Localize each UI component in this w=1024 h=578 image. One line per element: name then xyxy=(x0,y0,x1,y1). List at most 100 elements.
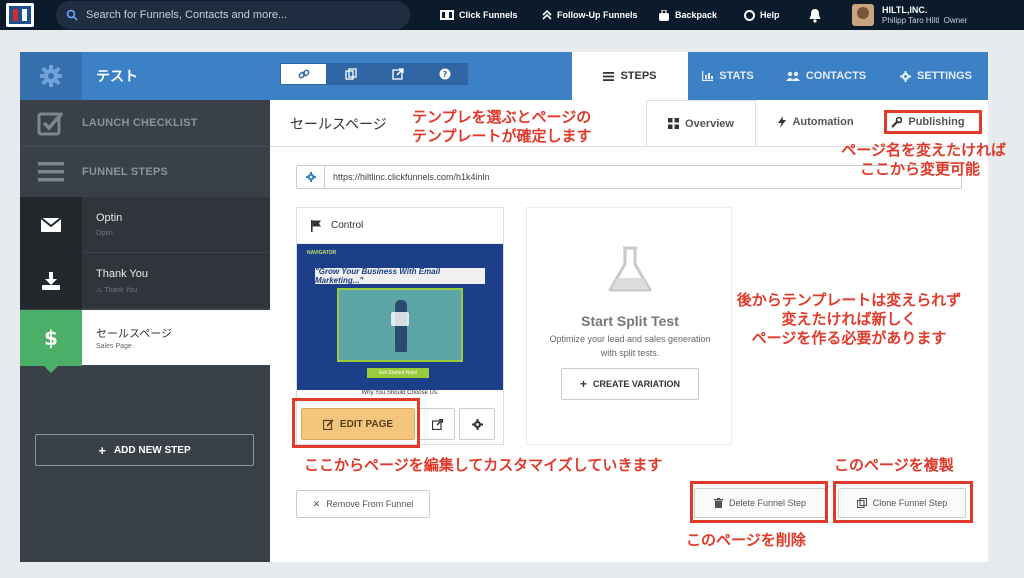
template-locked-note: 後からテンプレートは変えられず 変えたければ新しく ページを作る必要があります xyxy=(720,291,978,347)
envelope-icon xyxy=(41,218,61,232)
create-variation-button[interactable]: + CREATE VARIATION xyxy=(561,368,699,400)
variation-settings-button[interactable] xyxy=(459,408,495,440)
step-thank-you-subtitle-text: Thank You xyxy=(104,287,138,294)
step-optin[interactable]: Optin Optin xyxy=(20,197,270,253)
step-thank-you-icon-box xyxy=(20,253,82,309)
funnel-header: テスト ? STEPS STATS CONTACTS SETTINGS xyxy=(20,52,988,100)
menu-icon-box xyxy=(20,147,82,196)
step-optin-icon-box xyxy=(20,197,82,253)
search-input[interactable]: Search for Funnels, Contacts and more... xyxy=(56,1,410,29)
dollar-icon: $ xyxy=(44,327,58,349)
tab-stats[interactable]: STATS xyxy=(688,52,768,100)
download-icon xyxy=(42,272,60,290)
active-step-pointer xyxy=(44,366,58,373)
users-icon xyxy=(785,71,800,81)
page-thumbnail[interactable]: NAVIGATOR "Grow Your Business With Email… xyxy=(297,244,503,390)
thumbnail-video xyxy=(337,288,463,362)
link-icon xyxy=(298,69,309,79)
search-icon xyxy=(66,9,78,21)
hamburger-icon xyxy=(38,161,64,181)
external-link-icon xyxy=(431,418,443,430)
edit-page-highlight-box xyxy=(292,398,420,448)
tab-settings[interactable]: SETTINGS xyxy=(884,52,988,100)
tab-settings-label: SETTINGS xyxy=(916,70,972,82)
nav-backpack[interactable]: Backpack xyxy=(658,0,717,30)
nav-click-funnels[interactable]: Click Funnels xyxy=(440,0,518,30)
launch-checklist[interactable]: LAUNCH CHECKLIST xyxy=(20,100,270,146)
search-placeholder: Search for Funnels, Contacts and more... xyxy=(86,9,288,21)
template-locked-note-line-3: ページを作る必要があります xyxy=(751,328,947,347)
flask-icon xyxy=(608,246,652,292)
user-company: HILTL,INC. xyxy=(882,4,928,15)
add-new-step-button[interactable]: + ADD NEW STEP xyxy=(35,434,254,466)
open-funnel-button[interactable] xyxy=(374,63,421,85)
split-test-description: Optimize your lead and sales generation … xyxy=(549,334,711,358)
grid-icon xyxy=(668,118,680,129)
tab-automation-label: Automation xyxy=(792,116,854,128)
copy-link-button[interactable] xyxy=(280,63,327,85)
thumbnail-cta: Get Started Now! xyxy=(367,368,429,378)
clone-note: このページを複製 xyxy=(834,456,954,474)
step-thank-you-subtitle: ⚠ Thank You xyxy=(96,286,137,294)
user-name-role: Philipp Taro Hiltl Owner xyxy=(882,16,967,26)
template-locked-note-line-1: 後からテンプレートは変えられず xyxy=(736,291,962,309)
page-url[interactable]: https://hiltlinc.clickfunnels.com/h1k4in… xyxy=(325,172,490,182)
checklist-icon-box xyxy=(20,100,82,146)
publishing-highlight-box xyxy=(884,110,982,134)
control-label: Control xyxy=(331,220,364,231)
plus-icon: + xyxy=(579,377,587,391)
template-note-line-2: テンプレートが確定します xyxy=(412,126,592,145)
clone-step-highlight-box xyxy=(833,481,973,523)
remove-from-funnel-button[interactable]: ✕ Remove From Funnel xyxy=(296,490,430,518)
thumbnail-headline: "Grow Your Business With Email Marketing… xyxy=(315,267,485,285)
checkbox-icon xyxy=(37,111,64,136)
notifications-bell[interactable] xyxy=(808,0,827,30)
step-sales-page[interactable]: $ セールスページ Sales Page xyxy=(20,310,270,373)
clone-funnel-button[interactable] xyxy=(327,63,374,85)
avatar xyxy=(852,4,874,26)
tab-overview-label: Overview xyxy=(685,117,734,130)
nav-help[interactable]: Help xyxy=(744,0,780,30)
funnel-steps-label: FUNNEL STEPS xyxy=(82,165,168,178)
step-optin-title: Optin xyxy=(96,212,123,224)
external-link-icon xyxy=(391,68,404,80)
template-note: テンプレを選ぶとページの テンプレートが確定します xyxy=(412,108,592,146)
rename-note: ページ名を変えたければ ここから変更可能 xyxy=(818,141,1006,179)
flag-icon xyxy=(311,219,321,232)
funnel-grid-icon xyxy=(440,10,454,20)
step-thank-you[interactable]: Thank You ⚠ Thank You xyxy=(20,253,270,309)
steps-sidebar: LAUNCH CHECKLIST FUNNEL STEPS Optin Opti… xyxy=(20,100,270,562)
nav-backpack-label: Backpack xyxy=(675,10,718,20)
tab-steps[interactable]: STEPS xyxy=(572,52,688,100)
template-note-line-1: テンプレを選ぶとページの xyxy=(412,108,592,126)
url-settings-button[interactable] xyxy=(297,166,325,188)
launch-checklist-label: LAUNCH CHECKLIST xyxy=(82,117,198,129)
thumbnail-logo-text: NAVIGATOR xyxy=(307,250,337,256)
nav-follow-up-funnels[interactable]: Follow-Up Funnels xyxy=(542,0,638,30)
create-variation-label: CREATE VARIATION xyxy=(593,379,680,389)
user-menu[interactable]: HILTL,INC. Philipp Taro Hiltl Owner xyxy=(852,2,1022,28)
tab-contacts[interactable]: CONTACTS xyxy=(768,52,884,100)
delete-note: このページを削除 xyxy=(686,531,806,549)
user-role: Owner xyxy=(943,15,968,25)
clickfunnels-logo[interactable] xyxy=(6,3,34,27)
gear-icon xyxy=(471,418,483,430)
list-icon xyxy=(603,71,615,81)
help-button[interactable]: ? xyxy=(421,63,468,85)
step-optin-subtitle: Optin xyxy=(96,230,113,237)
close-icon: ✕ xyxy=(312,498,321,509)
bell-icon xyxy=(809,8,821,23)
nav-click-funnels-label: Click Funnels xyxy=(459,10,518,20)
tab-automation[interactable]: Automation xyxy=(760,100,872,144)
play-icon xyxy=(391,312,409,326)
funnel-settings-gear[interactable] xyxy=(20,52,82,100)
top-navbar: Search for Funnels, Contacts and more...… xyxy=(0,0,1024,30)
plus-icon: + xyxy=(98,442,106,458)
rename-note-line-1: ページ名を変えたければ xyxy=(841,141,1006,159)
tab-overview[interactable]: Overview xyxy=(646,100,756,146)
funnel-steps-header: FUNNEL STEPS xyxy=(20,146,270,196)
gear-icon xyxy=(40,65,62,87)
preview-page-button[interactable] xyxy=(419,408,455,440)
page-title: セールスページ xyxy=(290,116,387,132)
step-sales-icon-box: $ xyxy=(20,310,82,366)
